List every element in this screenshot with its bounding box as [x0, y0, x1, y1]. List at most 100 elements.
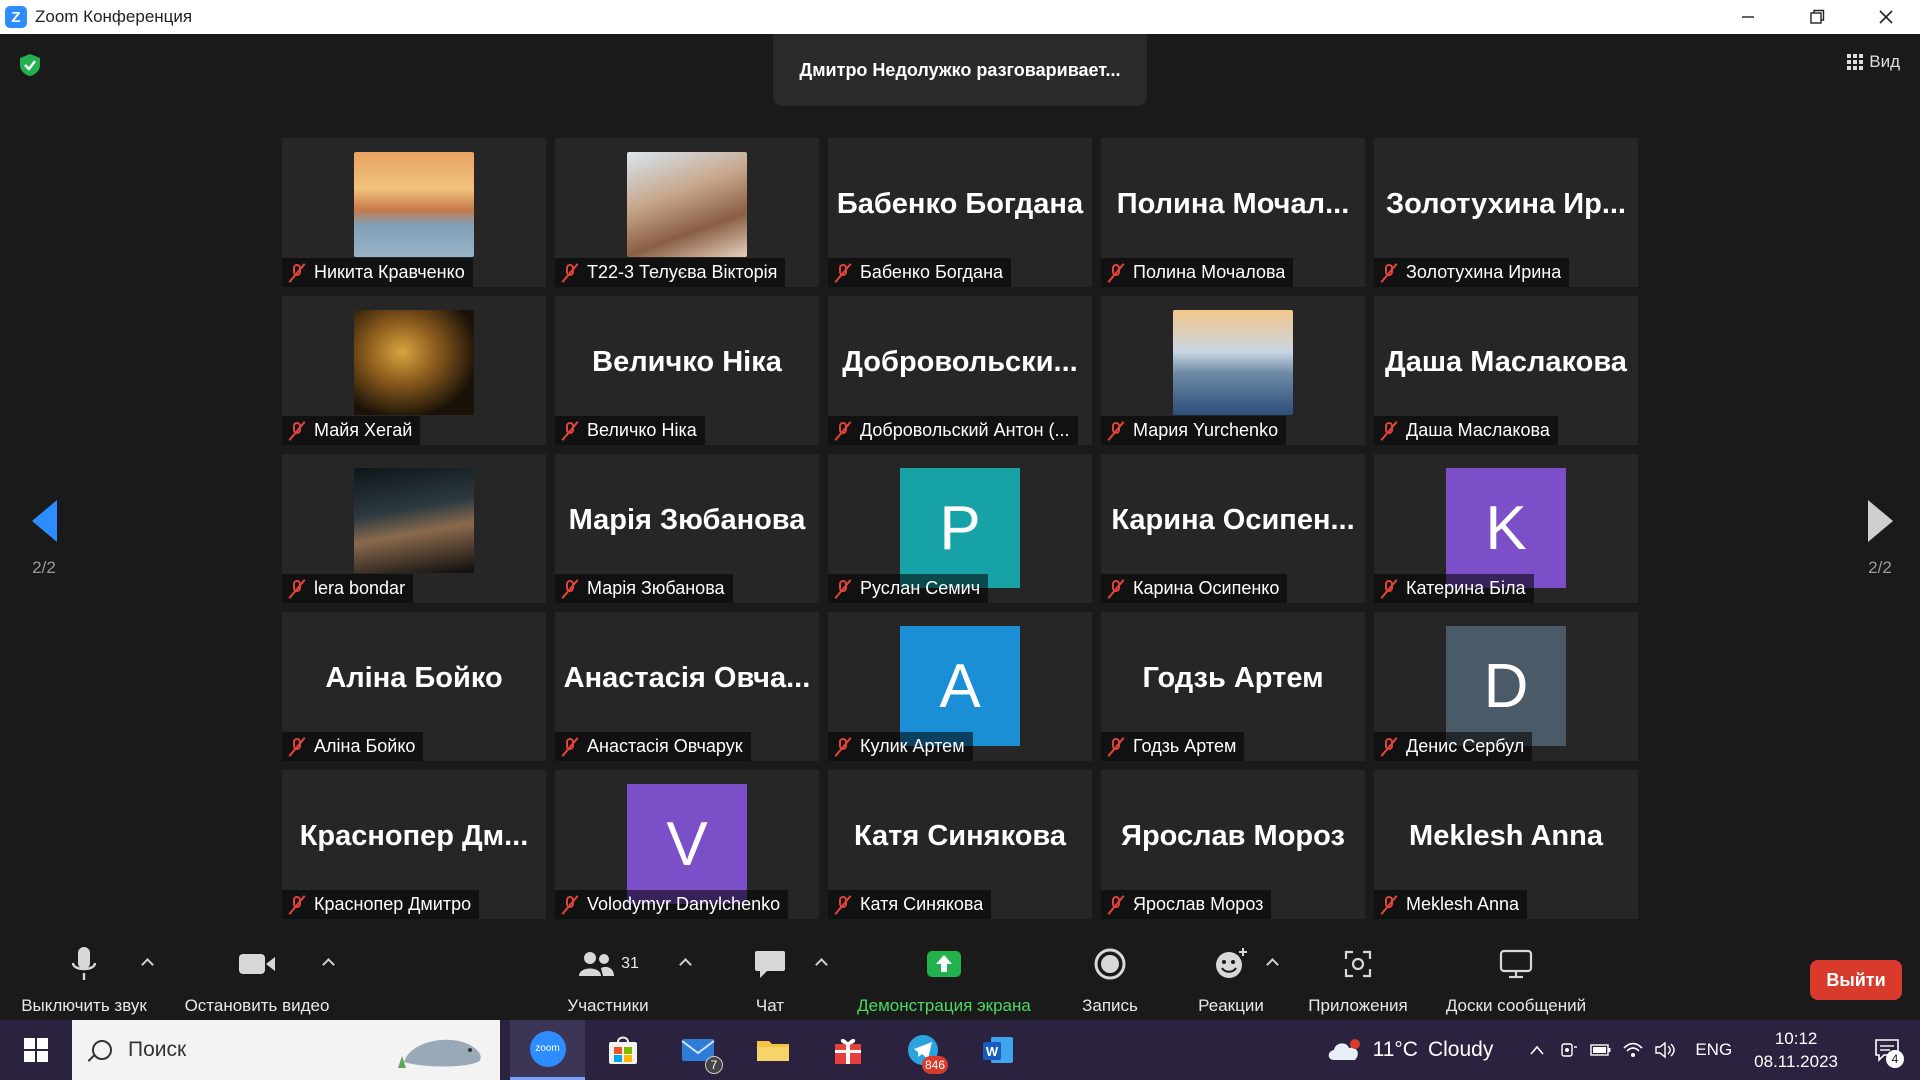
record-button[interactable]: Запись	[1070, 944, 1150, 1016]
participant-tile[interactable]: Майя Хегай	[282, 296, 546, 445]
mail-badge: 7	[705, 1056, 723, 1074]
participant-tile[interactable]: Полина Мочал... Полина Мочалова	[1101, 138, 1365, 287]
battery-status[interactable]	[1585, 1020, 1617, 1080]
apps-button[interactable]: Приложения	[1302, 944, 1414, 1016]
minimize-button[interactable]	[1713, 0, 1782, 34]
input-language-indicator[interactable]: ENG	[1695, 1040, 1732, 1060]
participant-big-name: Бабенко Богдана	[836, 188, 1084, 220]
system-clock[interactable]: 10:12 08.11.2023	[1754, 1027, 1838, 1073]
zoom-logo-icon: Z	[5, 6, 27, 28]
participant-name-bar: Бабенко Богдана	[828, 258, 1012, 287]
participant-tile[interactable]: Ярослав Мороз Ярослав Мороз	[1101, 770, 1365, 919]
video-options-caret[interactable]	[322, 956, 334, 968]
taskbar-word-app[interactable]: W	[960, 1020, 1035, 1080]
muted-microphone-icon	[1107, 578, 1125, 599]
taskbar-gift-app[interactable]	[810, 1020, 885, 1080]
participant-profile-photo	[354, 152, 474, 257]
participant-tile[interactable]: P Руслан Семич	[828, 454, 1092, 603]
taskbar-zoom-app[interactable]: zoom	[510, 1020, 585, 1080]
participant-name: Денис Сербул	[1406, 736, 1525, 756]
participant-tile[interactable]: Анастасія Овча... Анастасія Овчарук	[555, 612, 819, 761]
webcam-icon	[1561, 1043, 1578, 1057]
record-icon	[1094, 948, 1126, 980]
participant-name: Катерина Біла	[1406, 578, 1526, 598]
share-screen-button[interactable]: Демонстрация экрана	[848, 944, 1040, 1016]
participant-tile[interactable]: Катя Синякова Катя Синякова	[828, 770, 1092, 919]
participant-profile-photo	[1173, 310, 1293, 415]
participant-tile[interactable]: Марія Зюбанова Марія Зюбанова	[555, 454, 819, 603]
participant-name: Ярослав Мороз	[1133, 894, 1264, 914]
participant-name-bar: Катерина Біла	[1374, 574, 1534, 603]
arrow-right-icon	[1867, 500, 1893, 542]
participant-tile[interactable]: Meklesh Anna Meklesh Anna	[1374, 770, 1638, 919]
participant-name-bar: Добровольский Антон (...	[828, 416, 1078, 445]
participant-tile[interactable]: Годзь Артем Годзь Артем	[1101, 612, 1365, 761]
participant-name: Годзь Артем	[1133, 736, 1237, 756]
participant-tile[interactable]: A Кулик Артем	[828, 612, 1092, 761]
participant-big-name: Анастасія Овча...	[563, 662, 811, 694]
leave-meeting-button[interactable]: Выйти	[1810, 960, 1902, 1000]
reactions-options-caret[interactable]	[1266, 956, 1278, 968]
volume-control[interactable]	[1649, 1020, 1681, 1080]
reactions-button[interactable]: Реакции	[1190, 944, 1272, 1016]
apps-icon	[1344, 950, 1372, 978]
network-status[interactable]	[1617, 1020, 1649, 1080]
participant-name: Золотухина Ирина	[1406, 262, 1562, 282]
next-page-button[interactable]: 2/2	[1850, 500, 1910, 578]
taskbar-telegram-app[interactable]: 846	[885, 1020, 960, 1080]
participants-button[interactable]: 31 Участники	[558, 944, 658, 1016]
participant-tile[interactable]: Карина Осипен... Карина Осипенко	[1101, 454, 1365, 603]
show-hidden-icons-button[interactable]	[1521, 1020, 1553, 1080]
participant-tile[interactable]: Аліна Бойко Аліна Бойко	[282, 612, 546, 761]
chat-options-caret[interactable]	[815, 956, 827, 968]
participant-tile[interactable]: Мария Yurchenko	[1101, 296, 1365, 445]
participant-name-bar: Ярослав Мороз	[1101, 890, 1272, 919]
restore-button[interactable]	[1782, 0, 1851, 34]
participant-tile[interactable]: K Катерина Біла	[1374, 454, 1638, 603]
muted-microphone-icon	[1380, 578, 1398, 599]
taskbar-mail-app[interactable]: 7	[660, 1020, 735, 1080]
participant-tile[interactable]: D Денис Сербул	[1374, 612, 1638, 761]
zoom-app-icon: zoom	[529, 1030, 566, 1067]
windows-logo-icon	[24, 1038, 48, 1062]
mute-audio-button[interactable]: Выключить звук	[14, 944, 154, 1016]
participant-tile[interactable]: Бабенко Богдана Бабенко Богдана	[828, 138, 1092, 287]
participant-tile[interactable]: Никита Кравченко	[282, 138, 546, 287]
participant-tile[interactable]: Даша Маслакова Даша Маслакова	[1374, 296, 1638, 445]
taskbar-search-box[interactable]: Поиск	[72, 1020, 500, 1080]
participant-big-name: Катя Синякова	[854, 820, 1066, 852]
weather-widget[interactable]: 11°C Cloudy	[1325, 1036, 1493, 1064]
participant-tile[interactable]: V Volodymyr Danylchenko	[555, 770, 819, 919]
notification-center-button[interactable]: 4	[1864, 1020, 1910, 1080]
participant-name: Полина Мочалова	[1133, 262, 1286, 282]
audio-options-caret[interactable]	[141, 956, 153, 968]
taskbar-explorer-app[interactable]	[735, 1020, 810, 1080]
participant-name: Даша Маслакова	[1406, 420, 1550, 440]
participant-big-name: Даша Маслакова	[1385, 346, 1627, 378]
close-button[interactable]	[1851, 0, 1920, 34]
participant-tile[interactable]: Т22-3 Телуєва Вікторія	[555, 138, 819, 287]
participant-tile[interactable]: Добровольски... Добровольский Антон (...	[828, 296, 1092, 445]
start-button[interactable]	[0, 1020, 72, 1080]
participant-tile[interactable]: Величко Ніка Величко Ніка	[555, 296, 819, 445]
participant-tile[interactable]: lera bondar	[282, 454, 546, 603]
muted-microphone-icon	[288, 262, 306, 283]
muted-microphone-icon	[1107, 262, 1125, 283]
stop-video-button[interactable]: Остановить видео	[177, 944, 337, 1016]
tray-meet-icon[interactable]	[1553, 1020, 1585, 1080]
chevron-up-icon	[1530, 1045, 1544, 1055]
battery-icon	[1590, 1044, 1611, 1056]
participant-tile[interactable]: Краснопер Дм... Краснопер Дмитро	[282, 770, 546, 919]
meeting-security-shield-icon[interactable]	[17, 52, 43, 78]
chat-button[interactable]: Чат	[740, 944, 800, 1016]
participant-name-bar: Краснопер Дмитро	[282, 890, 480, 919]
participant-tile[interactable]: Золотухина Ир... Золотухина Ирина	[1374, 138, 1638, 287]
participants-options-caret[interactable]	[679, 956, 691, 968]
participant-initial-avatar: K	[1446, 468, 1566, 588]
view-button[interactable]: Вид	[1847, 52, 1900, 72]
previous-page-button[interactable]: 2/2	[14, 500, 74, 578]
whiteboards-button[interactable]: Доски сообщений	[1438, 944, 1594, 1016]
taskbar-store-app[interactable]	[585, 1020, 660, 1080]
search-placeholder: Поиск	[128, 1038, 187, 1061]
participant-name: Карина Осипенко	[1133, 578, 1280, 598]
